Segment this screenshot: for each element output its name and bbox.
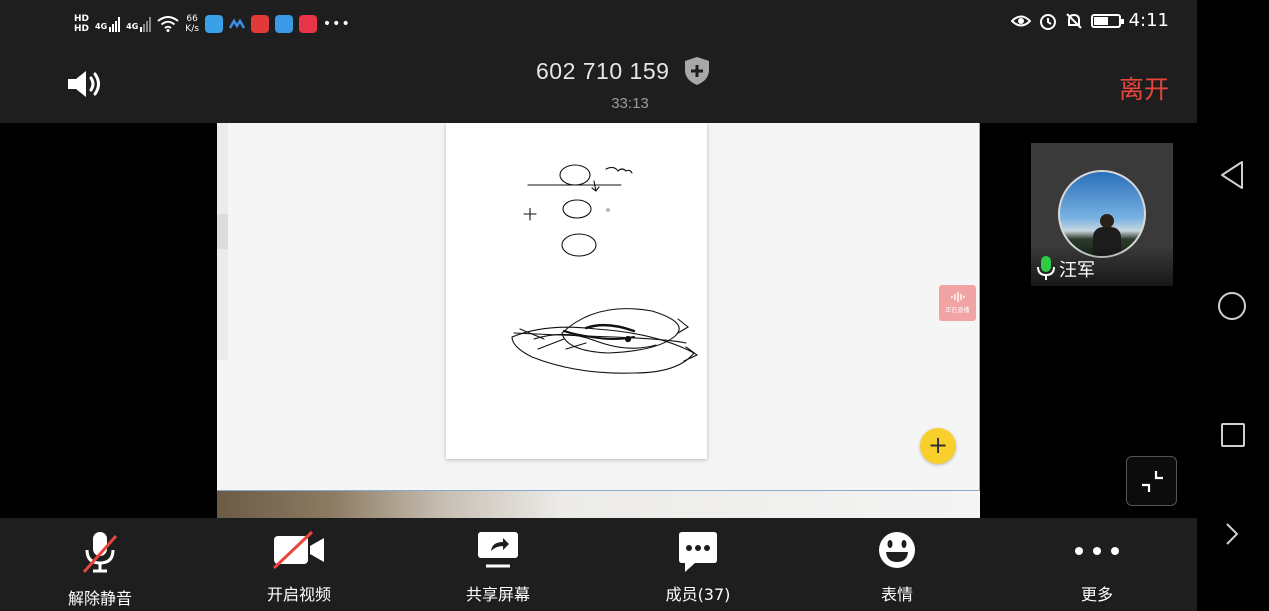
app-notification-icon (274, 15, 293, 33)
wifi-icon (157, 16, 179, 32)
alarm-icon (1039, 13, 1056, 30)
live-streaming-badge[interactable]: 正在直播 (939, 285, 976, 321)
status-icons-left: HD HD 4G 4G 66 K/s ••• (74, 8, 351, 40)
collapse-icon (1142, 471, 1163, 492)
sim1-label: 4G (95, 22, 108, 31)
mic-active-icon (1037, 256, 1055, 280)
video-off-icon (272, 530, 324, 570)
app-notification-icon (298, 15, 317, 33)
reactions-button[interactable]: 表情 (827, 518, 967, 611)
shield-icon[interactable] (683, 56, 711, 86)
participant-name: 汪军 (1059, 260, 1095, 281)
whiteboard-drawing (511, 164, 699, 374)
emoji-icon (879, 532, 915, 568)
share-screen-button[interactable]: 共享屏幕 (428, 518, 568, 611)
meeting-id[interactable]: 602 710 159 (536, 58, 669, 85)
audio-wave-icon (950, 292, 965, 302)
reactions-label: 表情 (880, 585, 913, 604)
share-screen-icon (478, 532, 518, 568)
meeting-timer: 33:13 (611, 95, 649, 112)
silent-bell-icon (1065, 12, 1082, 29)
unmute-button[interactable]: 解除静音 (30, 518, 170, 611)
members-label: 成员(37) (665, 585, 731, 604)
eye-comfort-icon (1010, 15, 1031, 26)
home-icon[interactable] (1218, 292, 1246, 320)
sim2-label: 4G (126, 22, 139, 31)
app-notification-icon (204, 15, 223, 33)
app-notification-icon (228, 18, 245, 29)
live-streaming-label: 正在直播 (945, 307, 970, 314)
status-icons-right: 4:11 (1010, 10, 1169, 31)
shared-screen[interactable]: 正在直播 + (217, 123, 980, 491)
mic-muted-icon (82, 532, 118, 573)
whiteboard-page (446, 123, 707, 459)
more-notifications-icon: ••• (322, 16, 351, 32)
system-navigation-bar (1197, 0, 1269, 611)
shared-sidebar (217, 123, 228, 360)
leave-button[interactable]: 离开 (1119, 70, 1169, 106)
recorder-notification-icon (250, 15, 269, 33)
sim2-signal-icon: 4G (126, 16, 152, 32)
more-icon (1075, 547, 1119, 555)
status-bar: HD HD 4G 4G 66 K/s ••• 4:11 (0, 0, 1197, 46)
members-chat-icon (679, 532, 717, 572)
battery-icon (1090, 13, 1124, 28)
hd-label-top: HD (74, 14, 90, 24)
chevron-right-icon[interactable] (1225, 522, 1239, 546)
sim1-signal-icon: 4G (95, 16, 121, 32)
more-label: 更多 (1080, 585, 1113, 604)
recent-apps-icon[interactable] (1221, 423, 1245, 447)
collapse-view-button[interactable] (1126, 456, 1177, 506)
network-speed-unit: K/s (185, 24, 199, 34)
network-speed-value: 66 (186, 14, 198, 24)
back-icon[interactable] (1219, 160, 1245, 190)
share-screen-label: 共享屏幕 (465, 585, 530, 604)
members-button[interactable]: 成员(37) (628, 518, 768, 611)
battery-fill (1093, 16, 1108, 25)
hd-label-bottom: HD (74, 24, 90, 34)
start-video-button[interactable]: 开启视频 (229, 518, 369, 611)
more-button[interactable]: 更多 (1027, 518, 1167, 611)
network-type-indicator: HD HD (74, 14, 89, 34)
meeting-header: 602 710 159 33:13 离开 (0, 46, 1197, 123)
clock-time: 4:11 (1128, 10, 1169, 31)
shared-screen-bottom-strip (217, 491, 980, 518)
participant-avatar (1058, 170, 1146, 258)
add-fab-button[interactable]: + (920, 428, 956, 464)
participant-tile[interactable]: 汪军 (1031, 143, 1173, 286)
network-speed: 66 K/s (185, 14, 199, 34)
unmute-label: 解除静音 (67, 589, 132, 608)
meeting-toolbar: 解除静音 开启视频 共享屏幕 成员(37) 表情 更多 (0, 518, 1197, 611)
start-video-label: 开启视频 (266, 585, 331, 604)
